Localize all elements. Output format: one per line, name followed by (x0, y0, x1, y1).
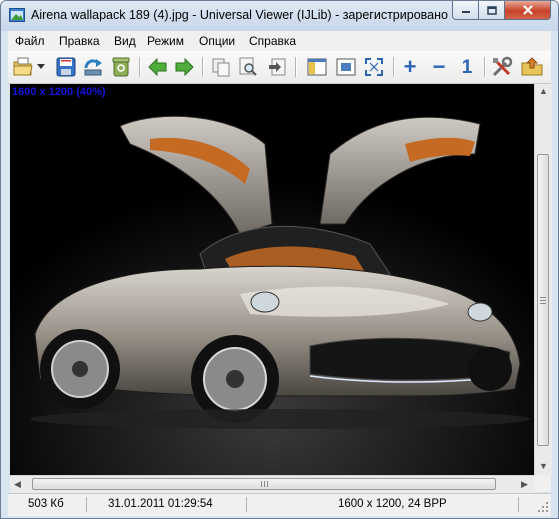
menu-mode[interactable]: Режим (147, 34, 184, 48)
dropdown-arrow-icon (37, 64, 45, 69)
copy-button[interactable] (209, 55, 233, 79)
grip-line (540, 297, 546, 298)
grip-line (267, 481, 268, 487)
tools-button[interactable] (490, 55, 514, 79)
open-button[interactable] (11, 55, 35, 79)
fullscreen-icon (365, 58, 383, 76)
scroll-left-icon[interactable]: ◀ (14, 480, 21, 489)
horizontal-scrollbar[interactable]: ◀ ▶ (10, 475, 534, 493)
folder-up-icon (521, 57, 543, 76)
toolbar-separator (295, 57, 297, 77)
minimize-icon (461, 11, 470, 13)
scroll-down-icon[interactable]: ▼ (539, 462, 548, 471)
save-icon (56, 57, 76, 77)
maximize-button[interactable] (478, 1, 505, 20)
actual-size-button[interactable]: 1 (455, 55, 479, 79)
export-button[interactable] (265, 55, 289, 79)
zoom-in-button[interactable]: + (398, 55, 422, 79)
fit-window-button[interactable] (334, 55, 358, 79)
next-button[interactable] (172, 55, 196, 79)
reload-button[interactable] (81, 55, 105, 79)
tools-icon (492, 56, 513, 77)
zoom-in-icon: + (403, 54, 417, 79)
delete-button[interactable] (109, 55, 133, 79)
menu-file[interactable]: Файл (15, 34, 45, 48)
fit-window-icon (336, 58, 356, 76)
zoom-out-icon: − (432, 54, 446, 79)
copy-icon (212, 58, 230, 77)
fullscreen-button[interactable] (362, 55, 386, 79)
status-file-size: 503 Кб (28, 498, 64, 510)
save-button[interactable] (54, 55, 78, 79)
image-viewport[interactable]: 1600 x 1200 (40%) (10, 84, 534, 475)
vertical-scrollbar[interactable]: ▲ ▼ (534, 84, 552, 475)
reload-icon (84, 59, 102, 76)
status-bar: 503 Кб 31.01.2011 01:29:54 1600 x 1200, … (8, 493, 551, 516)
recycle-bin-icon (112, 57, 130, 77)
previous-button[interactable] (146, 55, 170, 79)
export-icon (269, 58, 286, 76)
grip-line (264, 481, 265, 487)
car-photo (10, 84, 534, 475)
window-title: Airena wallapack 189 (4).jpg - Universal… (31, 8, 448, 22)
previous-arrow-icon (148, 58, 167, 76)
menu-options[interactable]: Опции (199, 34, 235, 48)
toolbar-separator (484, 57, 486, 77)
close-icon (522, 5, 533, 15)
menu-help[interactable]: Справка (249, 34, 296, 48)
horizontal-scroll-thumb[interactable] (32, 478, 496, 490)
status-dimensions: 1600 x 1200, 24 BPP (338, 498, 447, 510)
scroll-right-icon[interactable]: ▶ (521, 480, 528, 489)
toolbar-separator (139, 57, 141, 77)
status-divider (518, 497, 519, 512)
grip-line (540, 303, 546, 304)
open-dropdown[interactable] (35, 55, 47, 79)
find-icon (239, 57, 257, 76)
status-divider (246, 497, 247, 512)
scroll-corner (534, 475, 551, 492)
app-icon (9, 8, 25, 22)
open-folder-icon (13, 57, 33, 76)
toolbar-separator (393, 57, 395, 77)
toolbar-separator (202, 57, 204, 77)
minimize-button[interactable] (452, 1, 479, 20)
panel-icon (307, 58, 327, 76)
resize-grip-icon[interactable] (538, 502, 549, 513)
menu-bar: Файл Правка Вид Режим Опции Справка (8, 31, 551, 51)
status-divider (86, 497, 87, 512)
panel-button[interactable] (305, 55, 329, 79)
grip-line (261, 481, 262, 487)
close-button[interactable] (504, 1, 551, 20)
status-date: 31.01.2011 01:29:54 (108, 498, 213, 510)
zoom-out-button[interactable]: − (427, 55, 451, 79)
menu-view[interactable]: Вид (114, 34, 136, 48)
scroll-up-icon[interactable]: ▲ (539, 87, 548, 96)
app-window: Airena wallapack 189 (4).jpg - Universal… (0, 0, 559, 519)
actual-size-icon: 1 (461, 56, 473, 78)
next-arrow-icon (175, 58, 194, 76)
toolbar: + − 1 (8, 51, 551, 84)
folder-up-button[interactable] (520, 55, 544, 79)
vertical-scroll-thumb[interactable] (537, 154, 549, 446)
image-info-overlay: 1600 x 1200 (40%) (12, 86, 106, 98)
maximize-icon (486, 5, 497, 15)
find-button[interactable] (236, 55, 260, 79)
title-bar[interactable]: Airena wallapack 189 (4).jpg - Universal… (1, 1, 558, 31)
menu-edit[interactable]: Правка (59, 34, 100, 48)
grip-line (540, 300, 546, 301)
